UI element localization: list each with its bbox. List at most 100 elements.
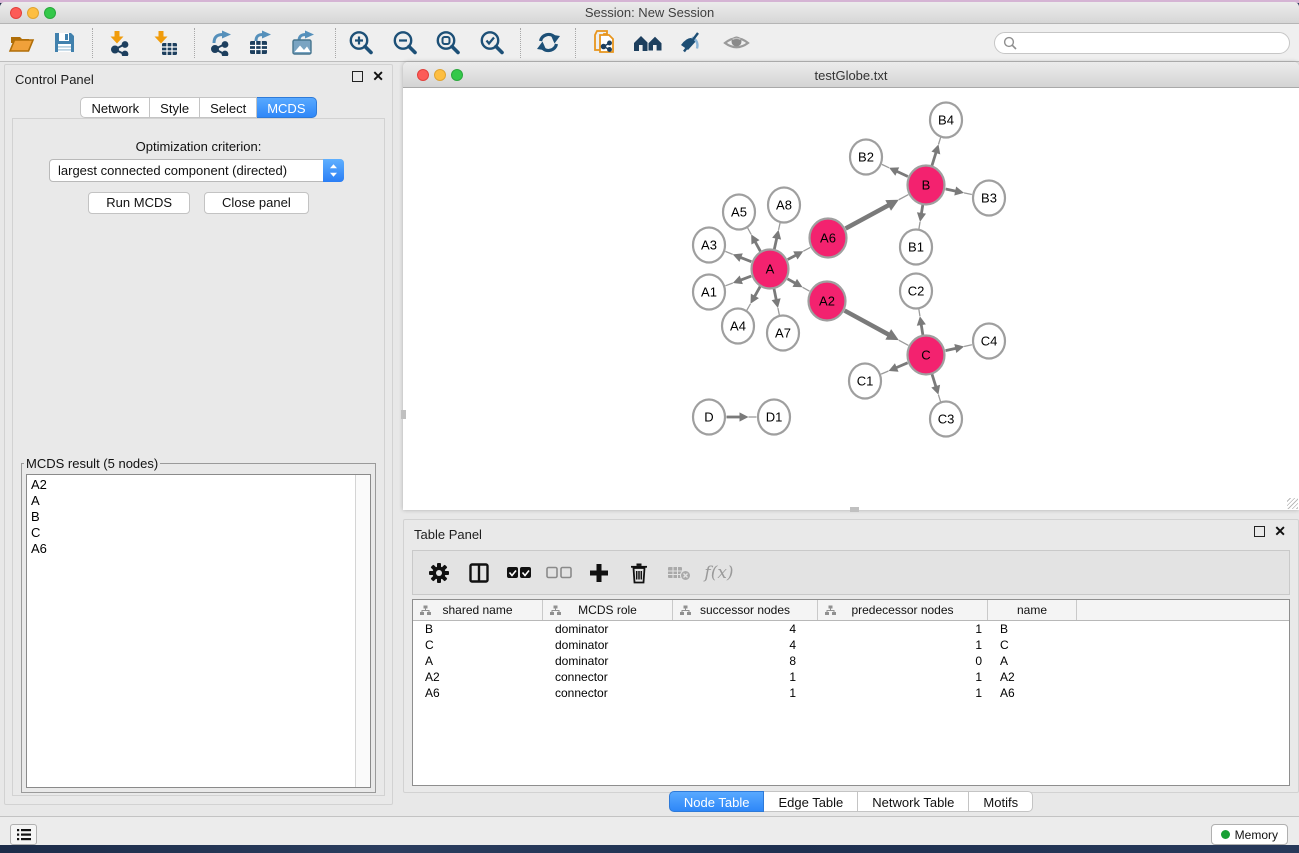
float-panel-icon[interactable] <box>352 71 363 82</box>
run-mcds-button[interactable]: Run MCDS <box>88 192 190 214</box>
graph-edge[interactable] <box>946 348 957 350</box>
add-column-icon[interactable] <box>579 558 619 588</box>
column-header[interactable]: name <box>988 600 1077 620</box>
table-tab-motifs[interactable]: Motifs <box>969 791 1033 812</box>
tab-style[interactable]: Style <box>150 97 200 118</box>
graph-node-A3[interactable]: A3 <box>693 228 725 263</box>
table-row[interactable]: Cdominator41C <box>413 637 1289 653</box>
graph-edge[interactable] <box>774 289 776 301</box>
graph-node-A2[interactable]: A2 <box>809 282 846 321</box>
column-header[interactable]: successor nodes <box>673 600 818 620</box>
table-row[interactable]: A6connector11A6 <box>413 685 1289 701</box>
graph-edge[interactable] <box>754 286 760 296</box>
graph-node-B4[interactable]: B4 <box>930 103 962 138</box>
graph-edge[interactable] <box>788 255 797 260</box>
result-item[interactable]: A <box>31 493 366 509</box>
table-tab-node-table[interactable]: Node Table <box>669 791 765 812</box>
criterion-dropdown[interactable]: largest connected component (directed) <box>49 159 344 182</box>
result-item[interactable]: A6 <box>31 541 366 557</box>
zoom-in-icon[interactable] <box>346 28 376 58</box>
zoom-selected-icon[interactable] <box>477 28 507 58</box>
result-scrollbar[interactable] <box>355 475 370 787</box>
graph-node-A6[interactable]: A6 <box>810 219 847 258</box>
result-item[interactable]: B <box>31 509 366 525</box>
graph-node-A8[interactable]: A8 <box>768 188 800 223</box>
mcds-result-list[interactable]: A2ABCA6 <box>26 474 371 788</box>
open-file-icon[interactable] <box>7 28 37 58</box>
column-header[interactable]: shared name <box>413 600 543 620</box>
graph-edge[interactable] <box>740 257 751 261</box>
memory-button[interactable]: Memory <box>1211 824 1288 845</box>
table-float-icon[interactable] <box>1254 526 1265 537</box>
graph-node-C3[interactable]: C3 <box>930 402 962 437</box>
unselect-all-icon[interactable] <box>539 558 579 588</box>
graph-node-C[interactable]: C <box>908 336 945 375</box>
table-tab-network-table[interactable]: Network Table <box>858 791 969 812</box>
tab-mcds[interactable]: MCDS <box>257 97 316 118</box>
graph-node-C1[interactable]: C1 <box>849 364 881 399</box>
delete-column-icon[interactable] <box>619 558 659 588</box>
column-header[interactable]: predecessor nodes <box>818 600 988 620</box>
graph-edge[interactable] <box>932 374 936 387</box>
graph-edge[interactable] <box>946 189 957 191</box>
export-table-icon[interactable] <box>247 28 277 58</box>
toggle-view-icon[interactable] <box>721 28 751 58</box>
graph-edge[interactable] <box>932 152 936 166</box>
show-columns-icon[interactable] <box>459 558 499 588</box>
graph-node-A1[interactable]: A1 <box>693 275 725 310</box>
graph-edge[interactable] <box>740 276 751 280</box>
resize-grip-icon[interactable] <box>1287 498 1298 509</box>
table-tab-edge-table[interactable]: Edge Table <box>764 791 858 812</box>
graph-node-A4[interactable]: A4 <box>722 309 754 344</box>
graph-edge[interactable] <box>755 241 760 251</box>
table-row[interactable]: Bdominator41B <box>413 621 1289 637</box>
new-network-from-selection-icon[interactable] <box>589 28 619 58</box>
table-settings-icon[interactable] <box>419 558 459 588</box>
graph-edge[interactable] <box>921 205 922 214</box>
save-session-icon[interactable] <box>49 28 79 58</box>
delete-table-icon[interactable] <box>659 558 699 588</box>
result-item[interactable]: C <box>31 525 366 541</box>
graph-node-B2[interactable]: B2 <box>850 140 882 175</box>
export-image-icon[interactable] <box>290 28 320 58</box>
column-header[interactable]: MCDS role <box>543 600 673 620</box>
refresh-icon[interactable] <box>533 28 563 58</box>
tab-network[interactable]: Network <box>80 97 150 118</box>
graph-edge[interactable] <box>896 363 908 368</box>
graph-edge[interactable] <box>921 324 923 335</box>
zoom-out-icon[interactable] <box>390 28 420 58</box>
tab-select[interactable]: Select <box>200 97 257 118</box>
graph-node-C4[interactable]: C4 <box>973 324 1005 359</box>
status-menu-button[interactable] <box>10 824 37 845</box>
table-close-icon[interactable]: ✕ <box>1274 526 1286 537</box>
graph-node-B[interactable]: B <box>908 166 945 205</box>
import-table-icon[interactable] <box>151 28 181 58</box>
graph-node-B3[interactable]: B3 <box>973 181 1005 216</box>
graph-node-D1[interactable]: D1 <box>758 400 790 435</box>
graph-node-B1[interactable]: B1 <box>900 230 932 265</box>
graph-edge[interactable] <box>846 205 889 229</box>
graph-node-A[interactable]: A <box>752 250 789 289</box>
close-panel-icon[interactable]: ✕ <box>372 71 384 82</box>
first-neighbors-icon[interactable] <box>633 28 663 58</box>
graph-edge[interactable] <box>896 171 908 176</box>
graph-node-C2[interactable]: C2 <box>900 274 932 309</box>
close-panel-button[interactable]: Close panel <box>204 192 309 214</box>
search-input[interactable] <box>994 32 1290 54</box>
table-row[interactable]: A2connector11A2 <box>413 669 1289 685</box>
select-all-icon[interactable] <box>499 558 539 588</box>
table-header-row: shared nameMCDS rolesuccessor nodesprede… <box>413 600 1289 621</box>
graph-node-A7[interactable]: A7 <box>767 316 799 351</box>
graph-edge[interactable] <box>845 311 890 335</box>
graph-node-D[interactable]: D <box>693 400 725 435</box>
result-item[interactable]: A2 <box>31 477 366 493</box>
import-network-icon[interactable] <box>105 28 135 58</box>
graph-edge[interactable] <box>787 279 795 284</box>
export-network-icon[interactable] <box>207 28 237 58</box>
graph-node-A5[interactable]: A5 <box>723 195 755 230</box>
network-canvas[interactable]: B4 B2 B B3 A5 A8 A6 B1 A3 A A1 C2 A2 A4 A7 C4 C C1 C3 D D1 <box>403 88 1299 510</box>
show-hide-graphics-icon[interactable] <box>675 28 705 58</box>
zoom-fit-icon[interactable] <box>433 28 463 58</box>
table-row[interactable]: Adominator80A <box>413 653 1289 669</box>
graph-edge[interactable] <box>774 238 777 250</box>
